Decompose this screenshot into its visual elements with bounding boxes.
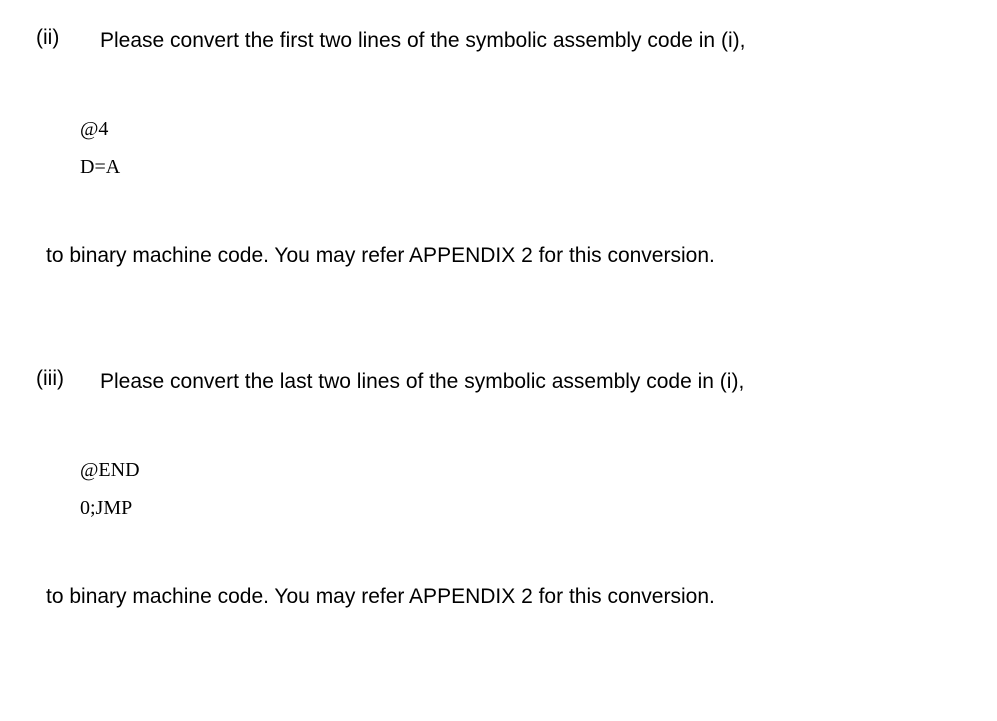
question-iii-number: (iii) [36, 367, 100, 391]
question-iii-code: @END 0;JMP [80, 451, 961, 527]
question-iii-continuation: to binary machine code. You may refer AP… [46, 582, 961, 611]
question-ii-prompt: Please convert the first two lines of th… [100, 26, 745, 55]
code-line: @END [80, 451, 961, 489]
question-iii-prompt: Please convert the last two lines of the… [100, 367, 744, 396]
page-content: (ii) Please convert the first two lines … [0, 0, 997, 612]
question-ii-code: @4 D=A [80, 110, 961, 186]
question-ii-header: (ii) Please convert the first two lines … [36, 26, 961, 55]
code-line: 0;JMP [80, 489, 961, 527]
code-line: @4 [80, 110, 961, 148]
code-line: D=A [80, 148, 961, 186]
question-iii-header: (iii) Please convert the last two lines … [36, 367, 961, 396]
question-ii-continuation: to binary machine code. You may refer AP… [46, 241, 961, 270]
spacer [36, 271, 961, 367]
question-ii-number: (ii) [36, 26, 100, 50]
